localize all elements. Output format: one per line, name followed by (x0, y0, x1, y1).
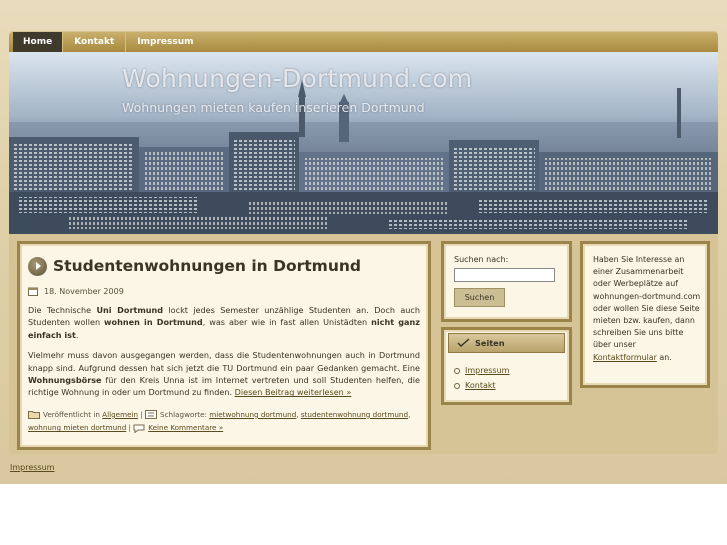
nav-item-kontakt[interactable]: Kontakt (63, 32, 127, 52)
comments-link[interactable]: Keine Kommentare » (148, 423, 223, 432)
calendar-icon (28, 287, 39, 296)
pages-link-kontakt[interactable]: Kontakt (465, 379, 496, 394)
bullet-icon (454, 382, 460, 389)
search-input[interactable] (454, 268, 555, 282)
nav-item-impressum[interactable]: Impressum (126, 32, 204, 52)
category-link[interactable]: Allgemein (102, 410, 138, 419)
ad-text: Haben Sie Interesse an einer Zusammenarb… (593, 255, 701, 362)
comment-icon (133, 424, 145, 434)
folder-icon (28, 410, 40, 420)
tag-link[interactable]: wohnung mieten dortmund (28, 423, 126, 432)
arrow-circle-icon (28, 256, 47, 276)
header-banner: Wohnungen-Dortmund.com Wohnungen mieten … (9, 52, 718, 234)
search-widget: Suchen nach: Suchen (441, 241, 572, 322)
nav-item-home[interactable]: Home (13, 32, 64, 52)
post-meta: Veröffentlicht in Allgemein | Schlagwort… (28, 409, 411, 434)
post-article: Studentenwohnungen in Dortmund 18. Novem… (17, 241, 431, 450)
post-date: 18. November 2009 (44, 286, 124, 296)
footer-impressum-link[interactable]: Impressum (10, 463, 54, 472)
bullet-icon (454, 368, 460, 375)
post-title[interactable]: Studentenwohnungen in Dortmund (53, 257, 361, 275)
advertising-widget: Haben Sie Interesse an einer Zusammenarb… (580, 241, 710, 388)
top-navigation: Home Kontakt Impressum (9, 32, 718, 52)
pages-widget: Seiten Impressum Kontakt (441, 327, 572, 405)
tag-link[interactable]: studentenwohnung dortmund (301, 410, 408, 419)
site-title[interactable]: Wohnungen-Dortmund.com (122, 64, 472, 93)
post-paragraph-1: Die Technische Uni Dortmund lockt jedes … (28, 305, 420, 340)
search-label: Suchen nach: (454, 255, 509, 264)
contact-form-link[interactable]: Kontaktformular (593, 353, 657, 362)
post-paragraph-2: Vielmehr muss davon ausgegangen werden, … (28, 350, 420, 398)
tag-icon (145, 410, 158, 420)
site-subtitle: Wohnungen mieten kaufen inserieren Dortm… (122, 100, 425, 115)
list-item: Kontakt (454, 379, 509, 394)
pages-header: Seiten (448, 333, 565, 353)
search-button[interactable]: Suchen (454, 288, 505, 307)
pages-title: Seiten (475, 338, 505, 348)
pages-list: Impressum Kontakt (454, 364, 509, 393)
tag-link[interactable]: mietwohnung dortmund (209, 410, 296, 419)
list-item: Impressum (454, 364, 509, 379)
pages-link-impressum[interactable]: Impressum (465, 364, 509, 379)
read-more-link[interactable]: Diesen Beitrag weiterlesen » (235, 387, 352, 397)
checkmark-icon (457, 338, 470, 348)
